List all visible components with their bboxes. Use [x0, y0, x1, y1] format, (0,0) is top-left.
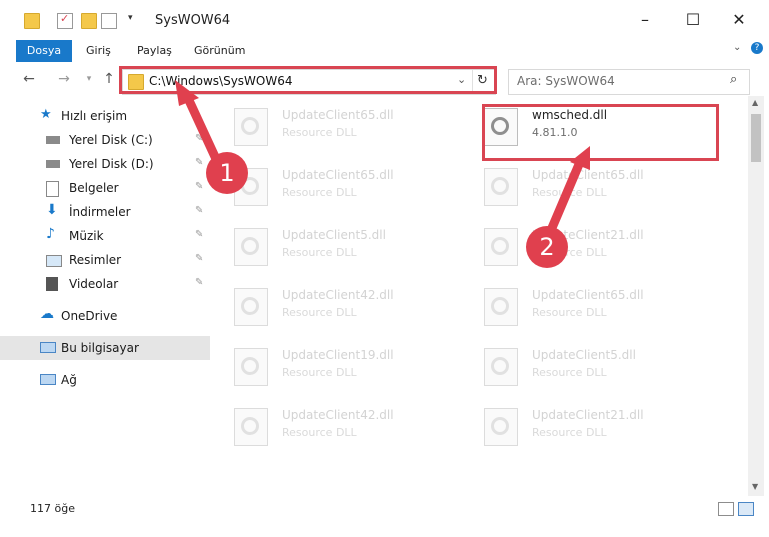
- step-badge-1: 1: [206, 152, 248, 194]
- annotation-arrows: [175, 80, 590, 247]
- step-badge-2: 2: [526, 226, 568, 268]
